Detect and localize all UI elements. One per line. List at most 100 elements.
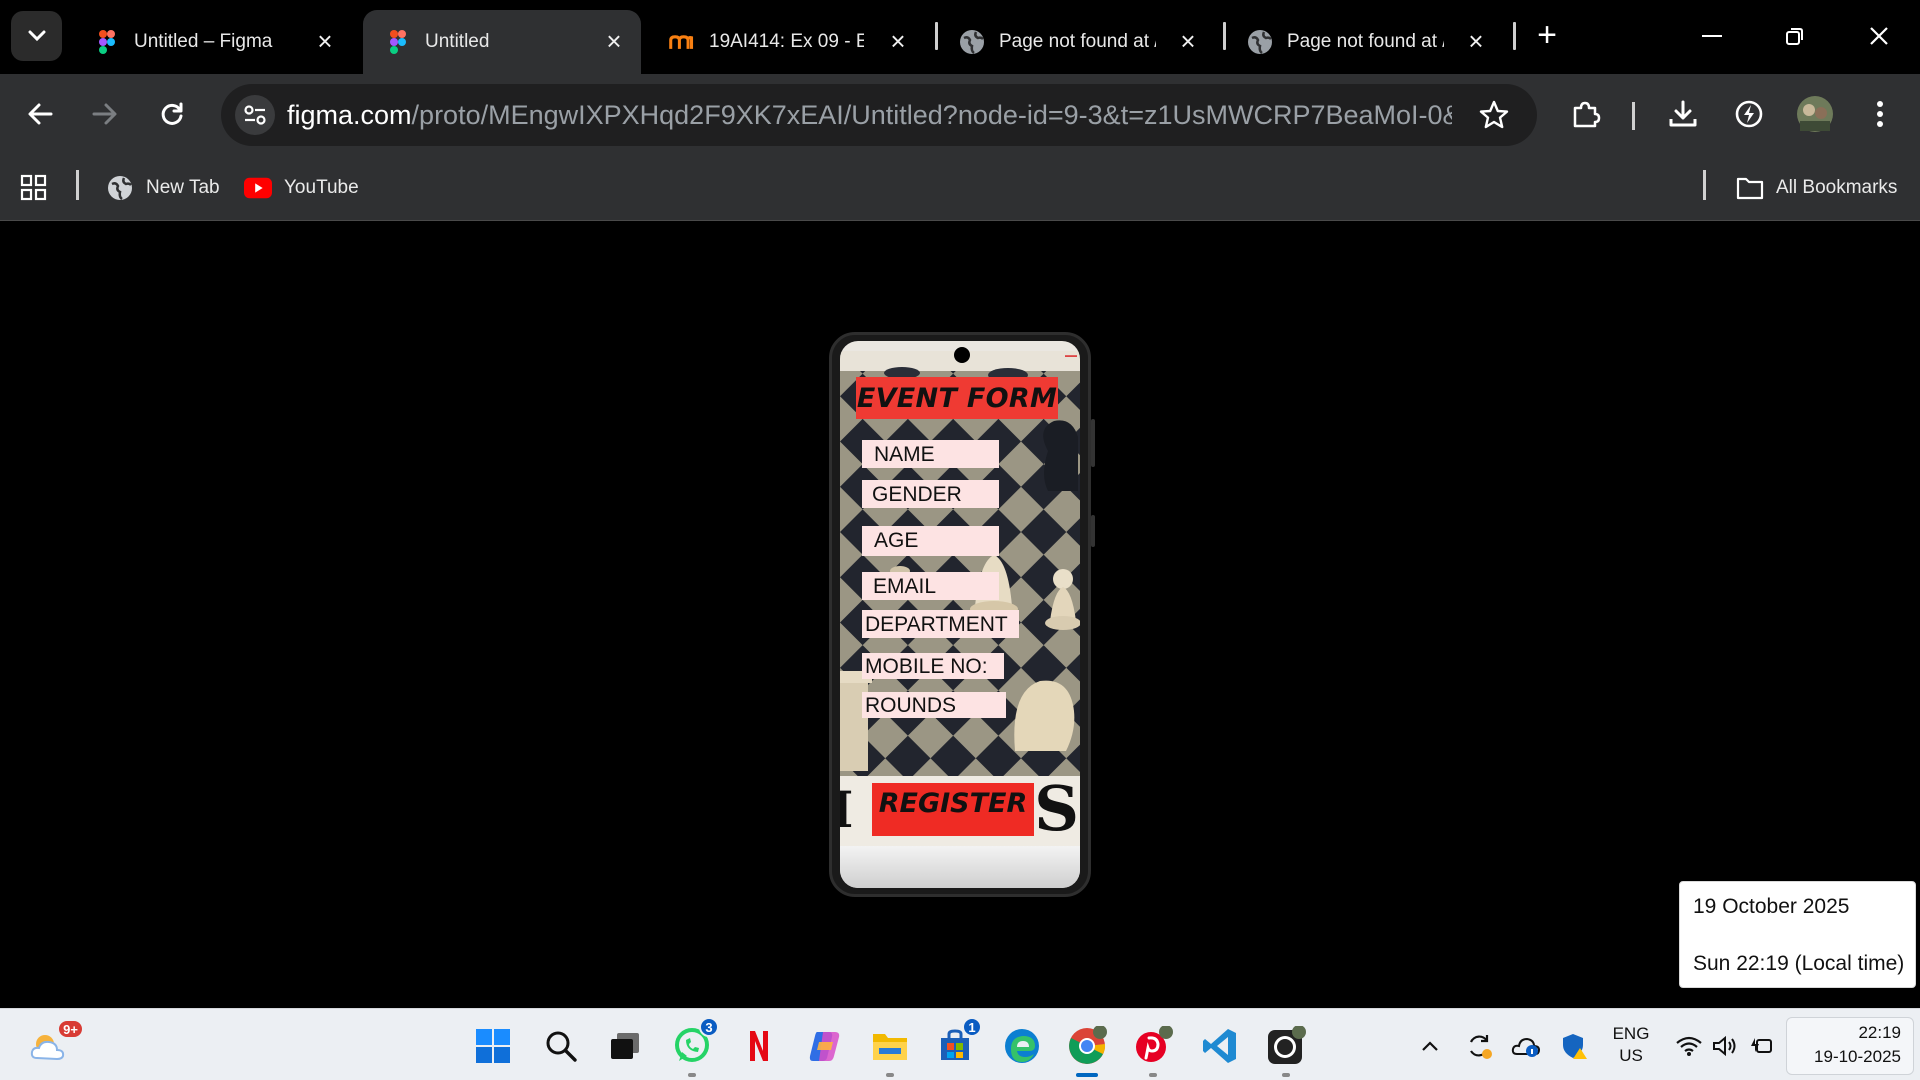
battery-charging-icon [1751,1038,1772,1053]
folder-icon [1736,174,1764,202]
profile-avatar[interactable] [1793,92,1837,136]
close-tab-icon[interactable]: × [1465,26,1487,56]
tab-untitled-figma[interactable]: Untitled – Figma × [72,10,352,74]
gender-field[interactable]: GENDER [862,480,999,508]
forward-button[interactable] [83,92,127,136]
globe-icon [959,29,985,55]
puzzle-icon [1573,101,1601,128]
site-info-button[interactable] [235,95,275,135]
browser-toolbar: figma.com/proto/MEngwIXPXHqd2F9XK7xEAI/U… [0,74,1920,156]
menu-button[interactable] [1858,92,1902,136]
security-tray-icon[interactable] [1559,1031,1589,1061]
close-window-button[interactable] [1859,18,1899,54]
wifi-tray-icon[interactable] [1674,1031,1704,1061]
chrome-app[interactable] [1064,1023,1110,1077]
bookmark-youtube[interactable]: YouTube [244,170,359,206]
apps-grid-icon [20,174,47,201]
age-field[interactable]: AGE [862,526,999,556]
copilot-icon [809,1032,840,1061]
task-view-button[interactable] [602,1023,648,1069]
cloud-info-icon [1511,1037,1541,1057]
sync-tray-icon[interactable] [1464,1031,1494,1061]
tab-19ai414[interactable]: 19AI414: Ex 09 - Eve × [647,10,925,74]
mobile-field[interactable]: MOBILE NO: [862,653,1004,679]
weather-widget[interactable]: 9+ [26,1019,84,1069]
whatsapp-badge: 3 [699,1017,719,1037]
tab-strip: Untitled – Figma × Untitled × 19AI414: E… [0,0,1920,74]
tab-page-not-found-1[interactable]: Page not found at / × [937,10,1215,74]
more-vertical-icon [1877,101,1883,127]
screen-bottom-strip [840,846,1080,888]
github-icon [1268,1026,1306,1064]
phone-side-button [1091,419,1095,467]
name-field[interactable]: NAME [862,440,999,468]
running-indicator [1149,1073,1157,1077]
github-app[interactable] [1263,1023,1309,1077]
apps-button[interactable] [20,170,48,206]
close-tab-icon[interactable]: × [1177,26,1199,56]
email-field[interactable]: EMAIL [862,572,999,600]
whatsapp-app[interactable]: 3 [669,1017,719,1077]
close-icon [1870,27,1888,45]
restore-button[interactable] [1775,18,1815,54]
tab-title: Page not found at / [1287,31,1444,52]
onedrive-tray-icon[interactable] [1511,1031,1541,1061]
globe-icon [1247,29,1273,55]
tab-title: 19AI414: Ex 09 - Eve [709,31,864,52]
chrome-icon [1069,1026,1107,1064]
field-label: GENDER [872,483,962,506]
all-bookmarks-button[interactable]: All Bookmarks [1736,170,1897,206]
downloads-button[interactable] [1661,92,1705,136]
language-indicator[interactable]: ENG US [1608,1023,1654,1067]
avatar-icon [1797,96,1833,132]
field-label: EMAIL [873,575,937,598]
show-hidden-icons-button[interactable] [1415,1031,1445,1061]
microsoft-store-app[interactable]: 1 [932,1017,982,1069]
sync-icon [1469,1035,1492,1059]
close-tab-icon[interactable]: × [314,26,336,56]
register-button[interactable]: REGISTER [872,783,1034,836]
address-bar[interactable]: figma.com/proto/MEngwIXPXHqd2F9XK7xEAI/U… [221,84,1537,146]
phone-side-button [1091,515,1095,547]
minimize-button[interactable] [1692,18,1732,54]
tab-search-button[interactable] [11,11,62,61]
volume-tray-icon[interactable] [1710,1031,1740,1061]
taskbar-search-button[interactable] [538,1023,584,1069]
close-tab-icon[interactable]: × [887,26,909,56]
back-button[interactable] [18,92,62,136]
pinterest-icon [1136,1026,1173,1062]
new-tab-button[interactable]: + [1532,18,1562,52]
tooltip-time: Sun 22:19 (Local time) [1693,952,1905,975]
reload-button[interactable] [150,92,194,136]
url-text[interactable]: figma.com/proto/MEngwIXPXHqd2F9XK7xEAI/U… [287,100,1452,131]
field-label: DEPARTMENT [865,613,1008,636]
field-label: MOBILE NO: [865,655,988,678]
extensions-button[interactable] [1564,92,1608,136]
netflix-app[interactable] [736,1023,782,1069]
all-bookmarks-label: All Bookmarks [1776,177,1898,198]
close-tab-icon[interactable]: × [603,26,625,56]
reload-icon [161,102,183,125]
start-button[interactable] [470,1023,516,1069]
department-field[interactable]: DEPARTMENT [862,610,1019,638]
tab-page-not-found-2[interactable]: Page not found at / × [1225,10,1503,74]
bookmark-star-button[interactable] [1477,98,1511,132]
battery-tray-icon[interactable] [1745,1031,1775,1061]
copilot-app[interactable] [802,1023,848,1069]
prototype-screen[interactable]: ▬▬ EVENT FORM NAME GENDER AGE EMAIL DEPA… [840,341,1080,888]
performance-button[interactable] [1727,92,1771,136]
field-label: ROUNDS [865,694,957,717]
tab-untitled-active[interactable]: Untitled × [363,10,641,74]
banner-left-glyph: I [840,780,854,839]
arrow-right-icon [92,103,117,125]
edge-app[interactable] [999,1023,1045,1069]
globe-icon [106,174,134,202]
vscode-app[interactable] [1197,1023,1243,1069]
bookmarks-separator [1703,170,1706,200]
phone-frame: ▬▬ EVENT FORM NAME GENDER AGE EMAIL DEPA… [829,332,1095,897]
bookmark-new-tab[interactable]: New Tab [106,170,220,206]
file-explorer-app[interactable] [867,1023,913,1077]
clock-button[interactable]: 22:19 19-10-2025 [1786,1017,1914,1075]
rounds-field[interactable]: ROUNDS [862,692,1006,718]
pinterest-app[interactable] [1130,1023,1176,1077]
